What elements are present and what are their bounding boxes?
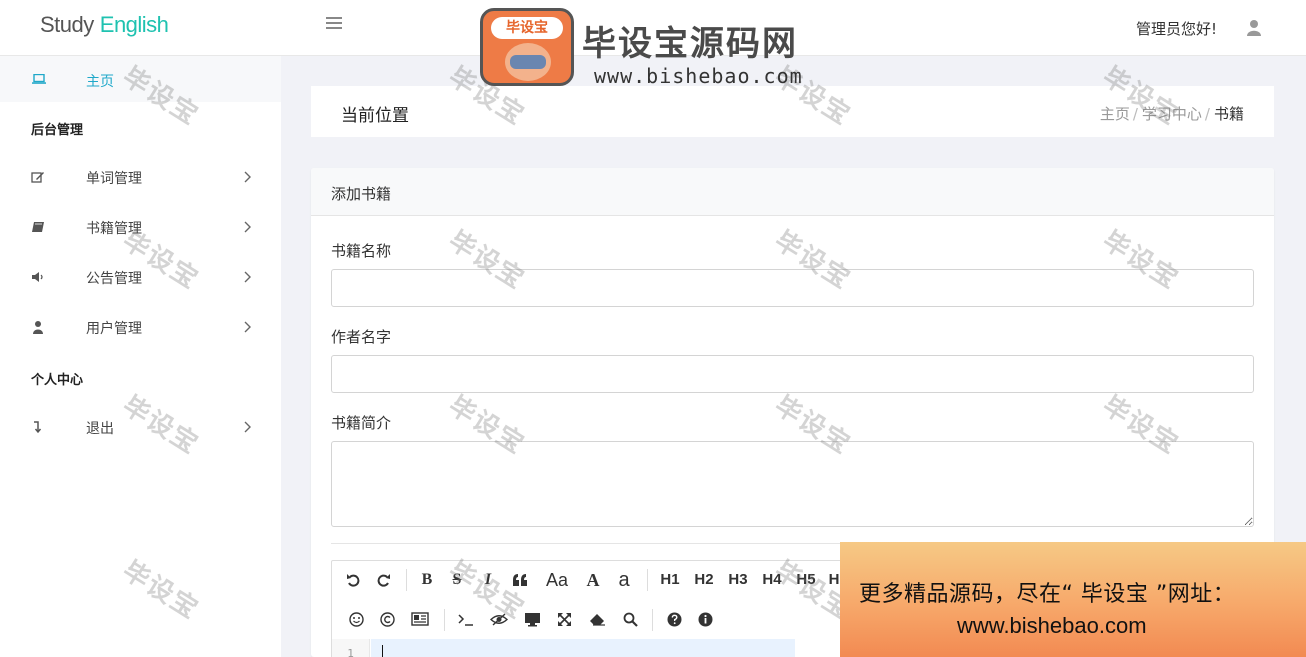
laptop-icon	[32, 74, 46, 84]
copyright-icon[interactable]	[380, 612, 395, 627]
bold-button[interactable]: B	[418, 567, 436, 593]
strikethrough-button[interactable]: S	[449, 567, 465, 593]
sidebar-section-admin: 后台管理	[31, 123, 84, 138]
breadcrumb-home[interactable]: 主页	[1100, 105, 1130, 123]
toolbar-separator	[406, 569, 407, 591]
book-intro-label: 书籍简介	[331, 414, 392, 432]
author-name-input[interactable]	[331, 355, 1254, 393]
h4-button[interactable]: H4	[760, 567, 784, 593]
sidebar-item-books[interactable]: 书籍管理	[0, 207, 281, 247]
h1-button[interactable]: H1	[658, 567, 682, 593]
breadcrumb: 主页 / 学习中心 / 书籍	[1100, 103, 1244, 124]
form-divider	[331, 543, 1254, 544]
watermark-logo-mask	[510, 55, 546, 69]
chevron-right-icon	[244, 421, 251, 433]
book-intro-textarea[interactable]	[331, 441, 1254, 527]
h2-button[interactable]: H2	[692, 567, 716, 593]
redo-icon[interactable]	[377, 573, 391, 587]
uppercase-button[interactable]: Aa	[543, 567, 571, 593]
sidebar: 主页 后台管理 单词管理 书籍管理 公告管理 用户管理 个人中心 退出	[0, 56, 281, 657]
chevron-right-icon	[244, 271, 251, 283]
author-name-label: 作者名字	[331, 328, 392, 346]
chevron-right-icon	[244, 321, 251, 333]
help-icon[interactable]	[667, 612, 682, 627]
font-size-button[interactable]: A	[584, 567, 602, 593]
book-name-label: 书籍名称	[331, 242, 392, 260]
text-cursor	[382, 645, 383, 657]
newspaper-icon[interactable]	[411, 612, 429, 626]
sidebar-item-label: 用户管理	[86, 321, 142, 337]
fullscreen-icon[interactable]	[557, 612, 572, 627]
sidebar-item-label: 公告管理	[86, 271, 142, 287]
quote-icon[interactable]	[512, 573, 528, 587]
breadcrumb-bar: 当前位置 主页 / 学习中心 / 书籍	[311, 86, 1274, 137]
watermark-logo-url: www.bishebao.com	[594, 64, 803, 88]
markdown-editor: B S I Aa A a H1 H2 H3 H4 H5 H 1	[331, 560, 1254, 657]
lowercase-button[interactable]: a	[616, 567, 632, 593]
brand-english: English	[99, 12, 169, 37]
sidebar-item-label: 书籍管理	[86, 221, 142, 237]
book-name-input[interactable]	[331, 269, 1254, 307]
h6-button[interactable]: H	[827, 567, 841, 593]
eraser-icon[interactable]	[589, 613, 606, 626]
top-header: Study English 管理员您好!	[0, 0, 1306, 56]
eye-slash-icon[interactable]	[490, 613, 508, 626]
sidebar-item-users[interactable]: 用户管理	[0, 307, 281, 347]
undo-icon[interactable]	[346, 573, 360, 587]
breadcrumb-separator: /	[1204, 105, 1210, 123]
breadcrumb-current: 书籍	[1213, 105, 1244, 123]
editor-code-area[interactable]	[371, 639, 795, 657]
sidebar-item-home[interactable]: 主页	[0, 56, 281, 102]
h3-button[interactable]: H3	[726, 567, 750, 593]
card-header: 添加书籍	[311, 168, 1274, 216]
desktop-icon[interactable]	[524, 612, 541, 627]
book-icon	[32, 222, 44, 232]
editor-line-gutter: 1	[332, 639, 370, 657]
toolbar-separator	[444, 609, 445, 631]
breadcrumb-study-center[interactable]: 学习中心	[1142, 105, 1202, 123]
toolbar-separator	[652, 609, 653, 631]
emoji-icon[interactable]	[349, 612, 364, 627]
current-location-title: 当前位置	[341, 106, 409, 126]
admin-greeting: 管理员您好!	[1136, 20, 1218, 38]
sidebar-item-label: 退出	[86, 421, 114, 437]
italic-button[interactable]: I	[482, 567, 494, 593]
brand-study: Study	[40, 12, 94, 37]
card-title: 添加书籍	[331, 185, 392, 203]
logout-arrow-icon	[34, 421, 42, 434]
sidebar-item-notices[interactable]: 公告管理	[0, 257, 281, 297]
sidebar-item-logout[interactable]: 退出	[0, 407, 281, 447]
add-book-card: 添加书籍 书籍名称 作者名字 书籍简介 B S I Aa A a H1 H2 H…	[311, 168, 1274, 657]
h5-button[interactable]: H5	[794, 567, 818, 593]
menu-toggle-icon[interactable]	[326, 17, 342, 31]
chevron-right-icon	[244, 221, 251, 233]
brand-logo[interactable]: Study English	[40, 12, 169, 38]
volume-icon	[32, 272, 43, 282]
chevron-right-icon	[244, 171, 251, 183]
sidebar-item-words[interactable]: 单词管理	[0, 157, 281, 197]
editor-toolbar-row-1: B S I Aa A a H1 H2 H3 H4 H5 H	[332, 561, 1253, 599]
sidebar-item-label: 单词管理	[86, 171, 142, 187]
user-icon	[33, 321, 43, 334]
edit-icon	[31, 172, 44, 183]
editor-toolbar-row-2	[332, 601, 1253, 639]
breadcrumb-separator: /	[1132, 105, 1138, 123]
sidebar-section-personal: 个人中心	[31, 373, 84, 388]
admin-avatar-icon[interactable]	[1247, 19, 1261, 36]
sidebar-item-label: 主页	[86, 74, 114, 90]
search-icon[interactable]	[623, 612, 638, 627]
info-icon[interactable]	[698, 612, 713, 627]
terminal-icon[interactable]	[458, 613, 474, 626]
toolbar-separator	[647, 569, 648, 591]
